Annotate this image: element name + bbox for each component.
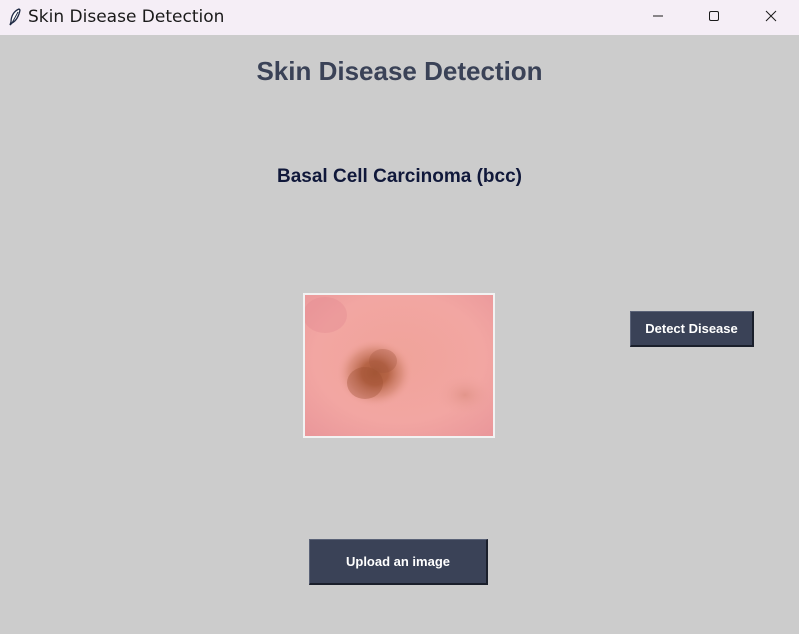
upload-image-button[interactable]: Upload an image [309,539,488,585]
app-window: Skin Disease Detection Skin Disease Dete… [0,0,799,634]
close-icon [765,9,777,27]
feather-icon [8,8,22,26]
minimize-icon [652,9,664,27]
title-bar[interactable]: Skin Disease Detection [0,0,799,35]
window-title: Skin Disease Detection [28,7,225,27]
close-button[interactable] [743,0,799,35]
detect-disease-button[interactable]: Detect Disease [630,311,754,347]
maximize-icon [708,9,720,27]
minimize-button[interactable] [630,0,686,35]
maximize-button[interactable] [686,0,742,35]
prediction-result-label: Basal Cell Carcinoma (bcc) [277,166,522,187]
page-heading: Skin Disease Detection [256,56,543,86]
skin-lesion-image [303,293,495,438]
